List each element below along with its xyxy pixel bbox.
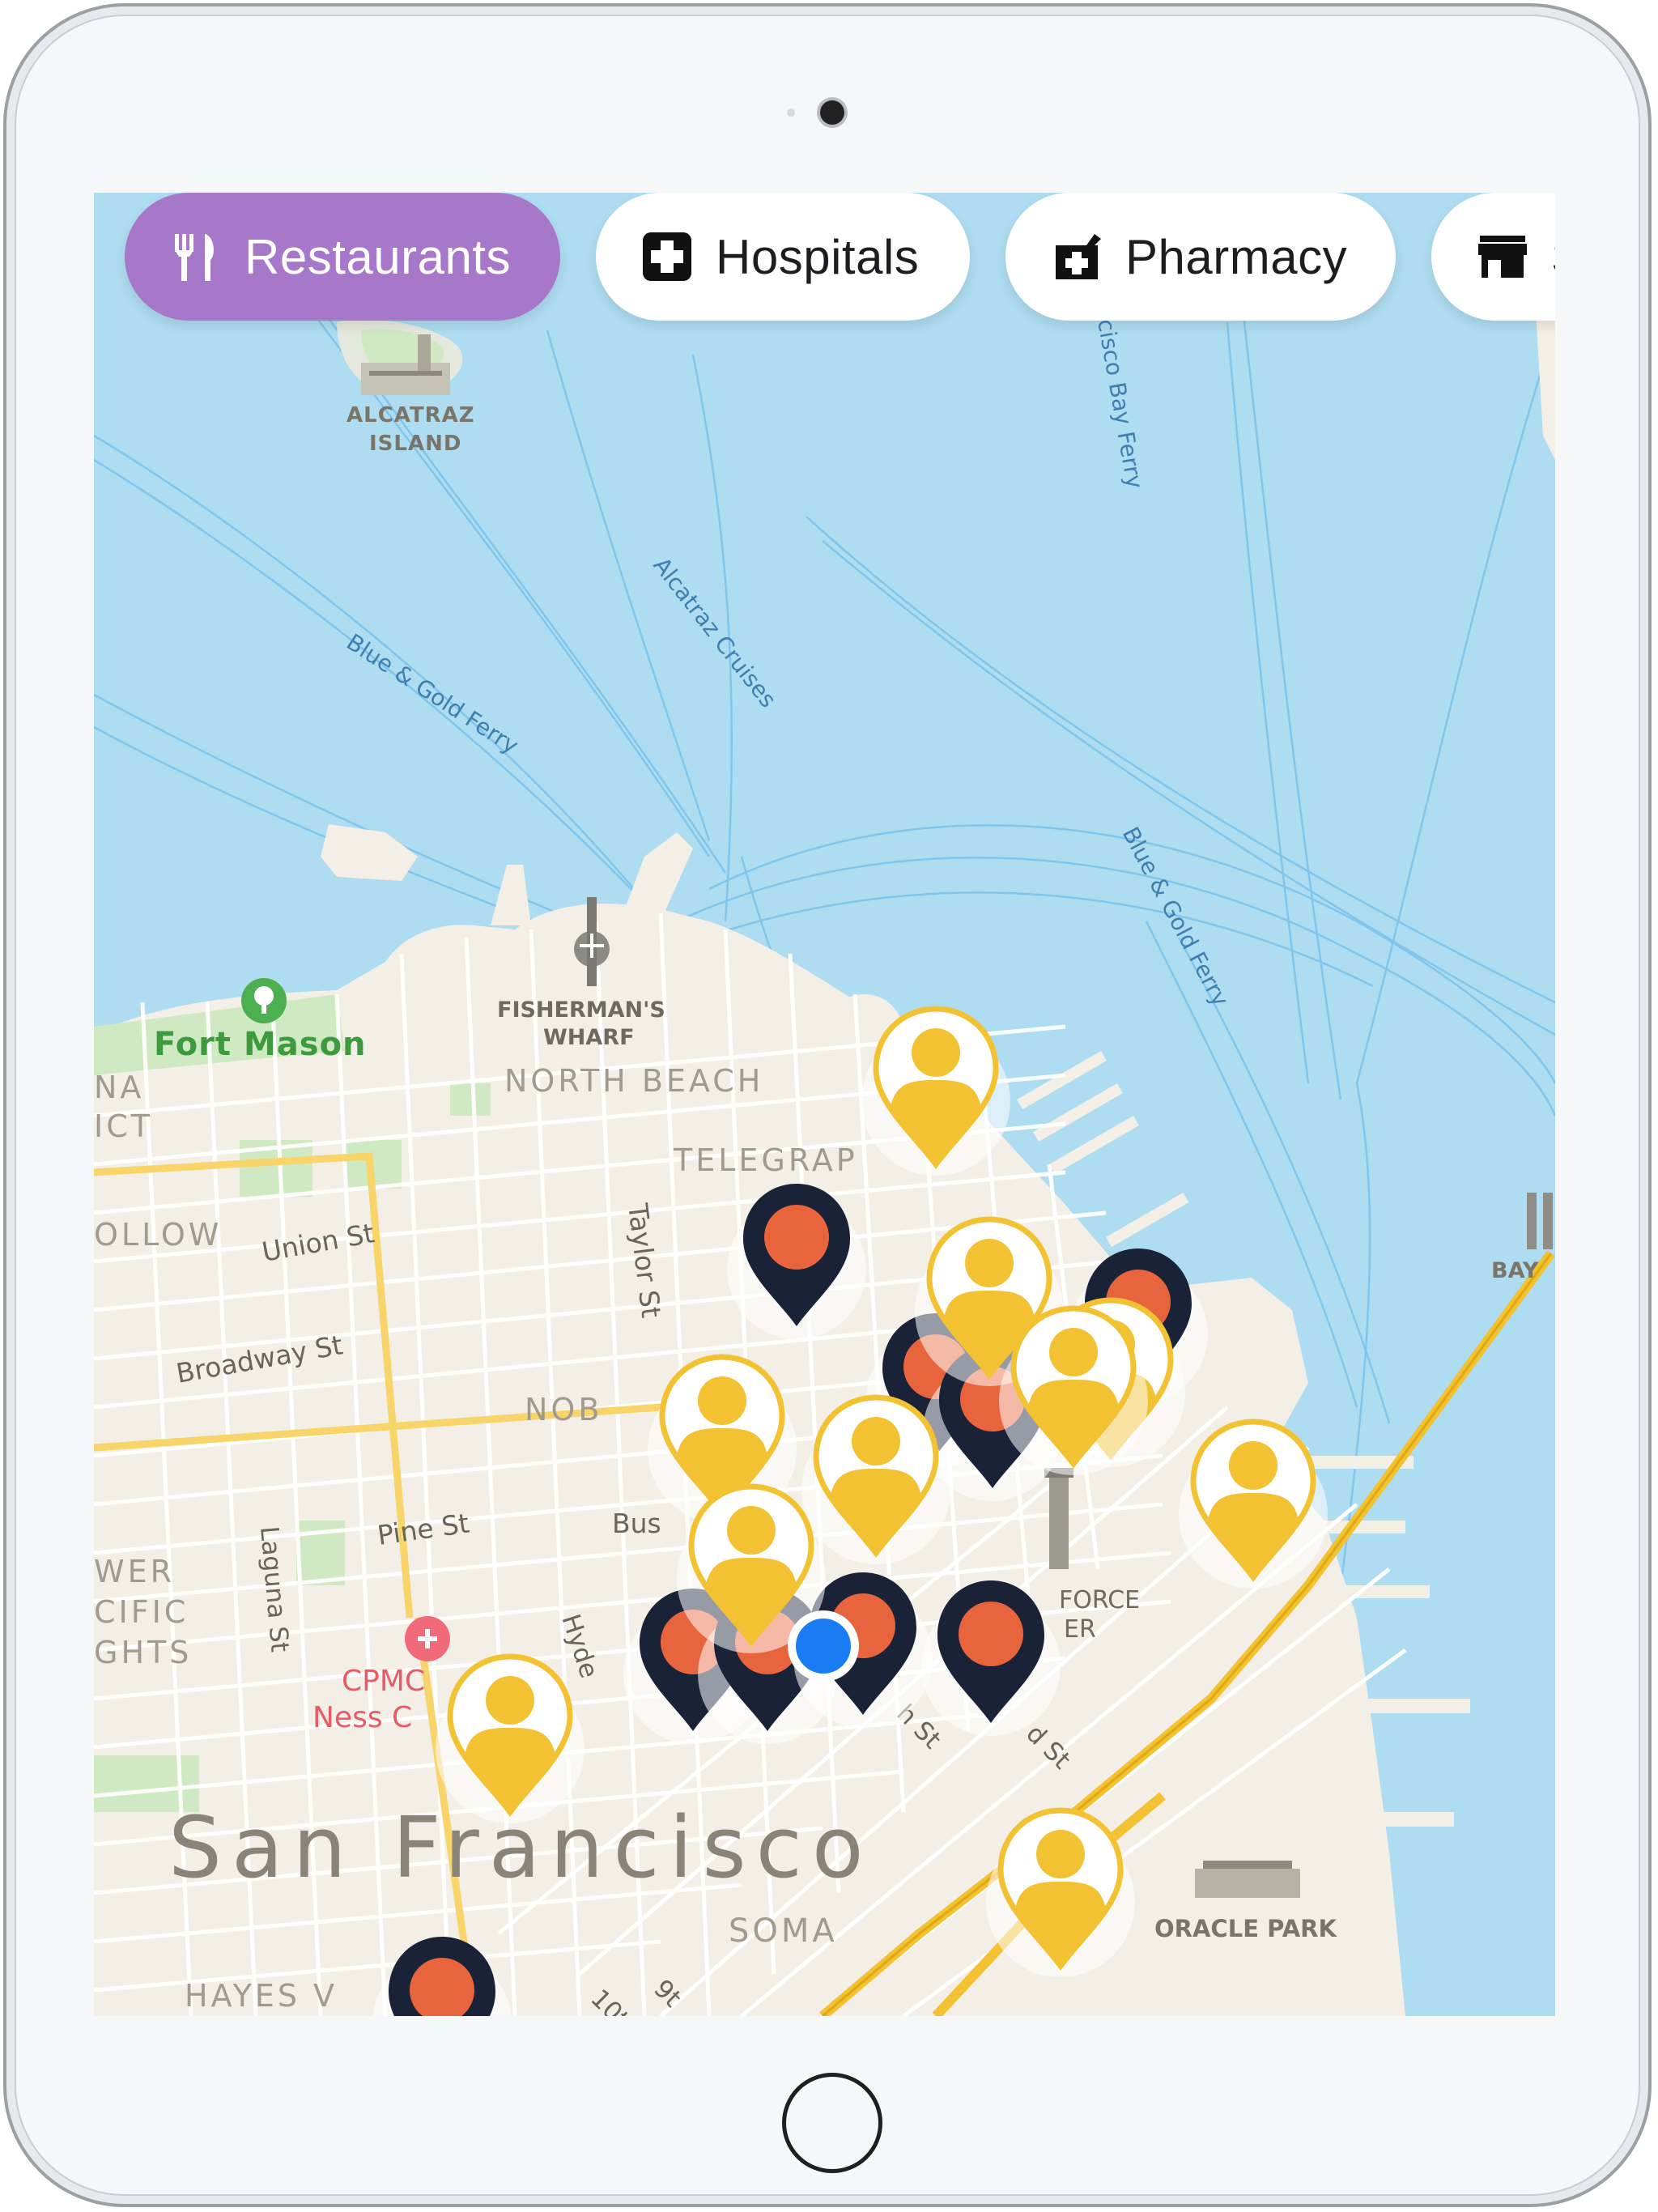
user-location-dot bbox=[788, 1610, 859, 1682]
chip-restaurants[interactable]: Restaurants bbox=[125, 193, 560, 321]
park-marker-icon bbox=[241, 978, 287, 1023]
label-wer: WER bbox=[94, 1554, 175, 1589]
map-view[interactable]: ALCATRAZ ISLAND cisco Bay Ferry Alcatraz… bbox=[94, 193, 1555, 2016]
chip-hospitals-label: Hospitals bbox=[716, 229, 920, 284]
home-button[interactable] bbox=[782, 2073, 882, 2173]
label-fishermans: FISHERMAN'S bbox=[497, 998, 665, 1023]
label-north-beach: NORTH BEACH bbox=[504, 1063, 763, 1099]
chip-restaurants-label: Restaurants bbox=[244, 229, 511, 284]
label-ollow: OLLOW bbox=[94, 1217, 222, 1253]
chip-stores-label: S bbox=[1551, 229, 1555, 285]
label-force: FORCE bbox=[1059, 1586, 1140, 1614]
label-ness: Ness C bbox=[312, 1701, 412, 1734]
label-oracle-park: ORACLE PARK bbox=[1154, 1915, 1337, 1942]
pharmacy-icon bbox=[1056, 234, 1101, 279]
hospital-cross-icon bbox=[643, 232, 691, 281]
label-hayes: HAYES V bbox=[185, 1978, 338, 2014]
label-bus: Bus bbox=[612, 1508, 661, 1539]
label-er: ER bbox=[1064, 1615, 1096, 1644]
store-icon bbox=[1478, 236, 1527, 278]
person-pin[interactable] bbox=[986, 1810, 1135, 1977]
category-filter-bar: Restaurants Hospitals Pharmacy S bbox=[94, 193, 1555, 322]
label-cific: CIFIC bbox=[94, 1594, 189, 1630]
label-na: NA bbox=[94, 1070, 144, 1105]
label-soma: SOMA bbox=[729, 1912, 838, 1950]
person-pin[interactable] bbox=[801, 1397, 950, 1564]
chip-pharmacy[interactable]: Pharmacy bbox=[1005, 193, 1396, 321]
person-pin[interactable] bbox=[1179, 1422, 1328, 1589]
person-pin[interactable] bbox=[999, 1308, 1148, 1475]
label-cpmc: CPMC bbox=[342, 1665, 425, 1698]
person-pin[interactable] bbox=[436, 1657, 585, 1823]
person-pin[interactable] bbox=[861, 1009, 1010, 1176]
app-screen: ALCATRAZ ISLAND cisco Bay Ferry Alcatraz… bbox=[94, 193, 1555, 2016]
label-wharf: WHARF bbox=[543, 1025, 635, 1050]
label-ghts: GHTS bbox=[94, 1635, 192, 1670]
fork-knife-icon bbox=[175, 234, 214, 281]
oracle-park-landmark-icon bbox=[1195, 1861, 1300, 1898]
label-alcatraz: ALCATRAZ bbox=[346, 403, 475, 428]
chip-pharmacy-label: Pharmacy bbox=[1125, 229, 1348, 284]
label-fort-mason: Fort Mason bbox=[154, 1026, 367, 1063]
label-island: ISLAND bbox=[369, 432, 461, 456]
camera-icon bbox=[820, 100, 844, 125]
label-bay: BAY bbox=[1491, 1258, 1539, 1283]
label-ict: ICT bbox=[94, 1108, 153, 1144]
label-telegraph: TELEGRAP bbox=[673, 1142, 858, 1178]
chip-hospitals[interactable]: Hospitals bbox=[596, 193, 970, 321]
chip-stores[interactable]: S bbox=[1431, 193, 1555, 321]
label-nob: NOB bbox=[525, 1392, 602, 1427]
hospital-marker-icon bbox=[405, 1616, 450, 1661]
light-sensor bbox=[787, 108, 795, 117]
